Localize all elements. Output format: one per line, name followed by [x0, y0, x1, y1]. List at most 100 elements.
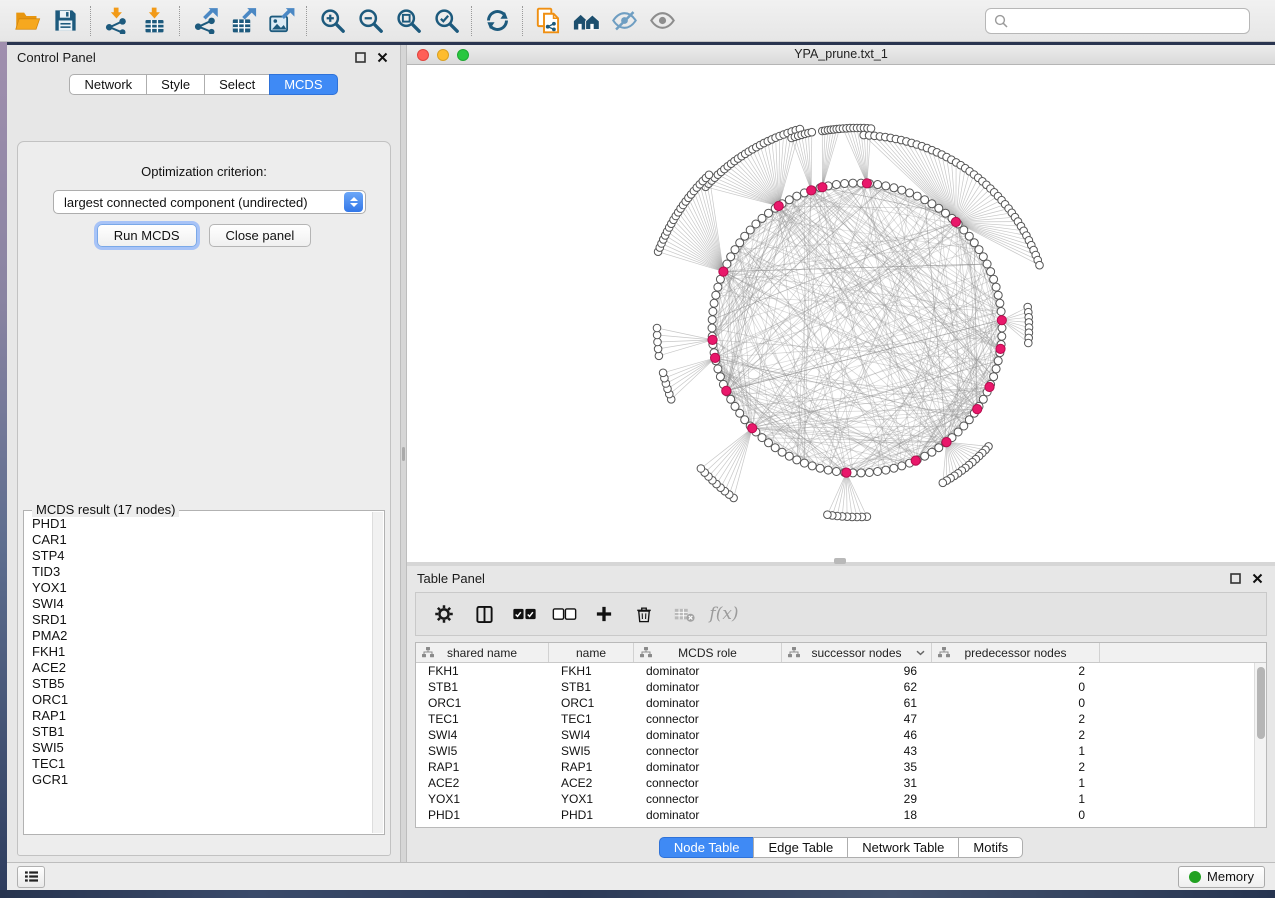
- cell-name[interactable]: RAP1: [549, 759, 634, 775]
- column-header-name[interactable]: name: [549, 643, 634, 662]
- cell-successor-nodes[interactable]: 43: [782, 743, 932, 759]
- network-hub-node[interactable]: [942, 438, 951, 447]
- network-node[interactable]: [1025, 339, 1033, 347]
- cell-predecessor-nodes[interactable]: 1: [932, 775, 1100, 791]
- mcds-result-item[interactable]: YOX1: [25, 580, 372, 596]
- cell-successor-nodes[interactable]: 31: [782, 775, 932, 791]
- mcds-result-item[interactable]: STB5: [25, 676, 372, 692]
- cell-name[interactable]: TEC1: [549, 711, 634, 727]
- add-column-button[interactable]: [588, 598, 620, 630]
- mcds-result-item[interactable]: STB1: [25, 724, 372, 740]
- cell-name[interactable]: ORC1: [549, 695, 634, 711]
- column-header-successor-nodes[interactable]: successor nodes: [782, 643, 932, 662]
- tab-network-table[interactable]: Network Table: [847, 837, 959, 858]
- network-edge[interactable]: [712, 428, 752, 480]
- table-row[interactable]: ORC1ORC1dominator610: [416, 695, 1254, 711]
- network-node[interactable]: [994, 357, 1002, 365]
- mcds-result-item[interactable]: FKH1: [25, 644, 372, 660]
- deselect-all-button[interactable]: [548, 598, 580, 630]
- cell-mcds-role[interactable]: dominator: [634, 679, 782, 695]
- network-hub-node[interactable]: [719, 267, 728, 276]
- network-hub-node[interactable]: [722, 386, 731, 395]
- zoom-in-button[interactable]: [313, 4, 351, 38]
- mcds-result-item[interactable]: TID3: [25, 564, 372, 580]
- cell-shared-name[interactable]: RAP1: [416, 759, 549, 775]
- network-edge[interactable]: [740, 409, 978, 413]
- network-hub-node[interactable]: [774, 201, 783, 210]
- network-edge[interactable]: [837, 473, 846, 516]
- table-row[interactable]: SWI4SWI4dominator462: [416, 727, 1254, 743]
- import-network-button[interactable]: [97, 4, 135, 38]
- mcds-result-item[interactable]: PHD1: [25, 516, 372, 532]
- network-node[interactable]: [921, 196, 929, 204]
- cell-successor-nodes[interactable]: 35: [782, 759, 932, 775]
- network-node[interactable]: [785, 452, 793, 460]
- open-file-button[interactable]: [8, 4, 46, 38]
- cell-predecessor-nodes[interactable]: 0: [932, 807, 1100, 823]
- network-hub-node[interactable]: [862, 179, 871, 188]
- network-node[interactable]: [712, 291, 720, 299]
- close-panel-icon[interactable]: [374, 49, 390, 65]
- cell-predecessor-nodes[interactable]: 2: [932, 663, 1100, 679]
- network-node[interactable]: [994, 291, 1002, 299]
- network-hub-node[interactable]: [911, 456, 920, 465]
- network-node[interactable]: [705, 171, 713, 179]
- export-table-button[interactable]: [224, 4, 262, 38]
- cell-name[interactable]: PHD1: [549, 807, 634, 823]
- cell-shared-name[interactable]: PHD1: [416, 807, 549, 823]
- cell-shared-name[interactable]: ORC1: [416, 695, 549, 711]
- table-row[interactable]: FKH1FKH1dominator962: [416, 663, 1254, 679]
- network-hub-node[interactable]: [818, 183, 827, 192]
- cell-name[interactable]: SWI4: [549, 727, 634, 743]
- cell-shared-name[interactable]: TEC1: [416, 711, 549, 727]
- network-node[interactable]: [716, 373, 724, 381]
- network-edge[interactable]: [811, 132, 812, 190]
- network-hub-node[interactable]: [996, 344, 1005, 353]
- mcds-result-item[interactable]: GCR1: [25, 772, 372, 788]
- cell-mcds-role[interactable]: dominator: [634, 759, 782, 775]
- network-node[interactable]: [865, 469, 873, 477]
- cell-predecessor-nodes[interactable]: 2: [932, 711, 1100, 727]
- cell-predecessor-nodes[interactable]: 2: [932, 727, 1100, 743]
- network-node[interactable]: [990, 275, 998, 283]
- network-edge[interactable]: [700, 184, 724, 271]
- network-node[interactable]: [808, 462, 816, 470]
- network-node[interactable]: [714, 365, 722, 373]
- cell-mcds-role[interactable]: dominator: [634, 807, 782, 823]
- optimization-criterion-select[interactable]: largest connected component (undirected): [53, 190, 366, 214]
- export-network-button[interactable]: [186, 4, 224, 38]
- network-edge[interactable]: [779, 132, 792, 206]
- network-node[interactable]: [849, 179, 857, 187]
- network-node[interactable]: [874, 468, 882, 476]
- table-scrollbar[interactable]: [1254, 663, 1266, 827]
- close-panel-button[interactable]: Close panel: [209, 224, 312, 247]
- network-node[interactable]: [655, 352, 663, 360]
- cell-mcds-role[interactable]: dominator: [634, 727, 782, 743]
- network-hub-node[interactable]: [842, 468, 851, 477]
- network-edge[interactable]: [666, 358, 715, 384]
- network-node[interactable]: [939, 479, 947, 487]
- cell-successor-nodes[interactable]: 46: [782, 727, 932, 743]
- network-hub-node[interactable]: [985, 382, 994, 391]
- network-node[interactable]: [890, 464, 898, 472]
- network-node[interactable]: [727, 395, 735, 403]
- mcds-result-item[interactable]: TEC1: [25, 756, 372, 772]
- network-node[interactable]: [992, 283, 1000, 291]
- memory-button[interactable]: Memory: [1178, 866, 1265, 888]
- network-edge[interactable]: [701, 428, 752, 468]
- network-node[interactable]: [731, 402, 739, 410]
- network-edge[interactable]: [657, 328, 713, 340]
- network-edge[interactable]: [668, 358, 716, 389]
- network-node[interactable]: [882, 466, 890, 474]
- network-edge[interactable]: [657, 335, 712, 340]
- column-header-MCDS-role[interactable]: MCDS role: [634, 643, 782, 662]
- mcds-result-item[interactable]: PMA2: [25, 628, 372, 644]
- refresh-view-button[interactable]: [478, 4, 516, 38]
- hide-selected-button[interactable]: [605, 4, 643, 38]
- cell-name[interactable]: SWI5: [549, 743, 634, 759]
- table-row[interactable]: RAP1RAP1dominator352: [416, 759, 1254, 775]
- show-panels-button[interactable]: [17, 866, 45, 888]
- network-node[interactable]: [913, 192, 921, 200]
- network-canvas[interactable]: [407, 65, 1275, 562]
- network-node[interactable]: [653, 331, 661, 339]
